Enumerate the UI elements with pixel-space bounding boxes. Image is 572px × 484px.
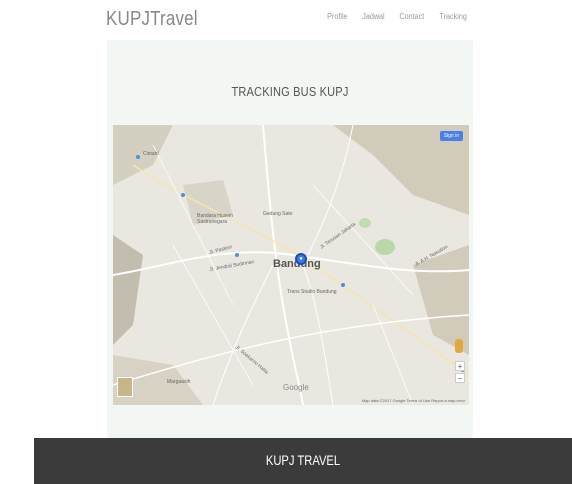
nav-jadwal[interactable]: Jadwal — [362, 12, 384, 21]
map-label-airport: Bandara Husein Sastranegara — [197, 213, 233, 225]
top-bar: KUPJTravel Profile Jadwal Contact Tracki… — [0, 0, 572, 40]
map-label-trans-studio: Trans Studio Bandung — [287, 289, 337, 295]
zoom-out-button[interactable]: − — [455, 373, 465, 383]
nav-tracking[interactable]: Tracking — [439, 12, 466, 21]
page-title: TRACKING BUS KUPJ — [231, 84, 349, 99]
satellite-toggle-button[interactable] — [117, 377, 133, 397]
map-label-gedung-sate: Gedung Sate — [263, 211, 293, 217]
zoom-in-button[interactable]: + — [455, 361, 465, 371]
brand-logo[interactable]: KUPJTravel — [106, 8, 198, 31]
footer-title: KUPJ TRAVEL — [265, 452, 341, 468]
map-sign-in-button[interactable]: Sign in — [439, 131, 463, 141]
main-nav: Profile Jadwal Contact Tracking — [326, 12, 468, 21]
map-label-margaasih: Margaasih — [167, 379, 191, 385]
map-attribution[interactable]: Map data ©2017 Google Terms of Use Repor… — [362, 398, 465, 403]
nav-profile[interactable]: Profile — [328, 12, 348, 21]
tracking-map[interactable]: Cimahi Gedung Sate Bandara Husein Sastra… — [113, 125, 469, 405]
map-label-cimahi: Cimahi — [143, 151, 159, 157]
bus-location-icon[interactable]: ● — [295, 253, 307, 265]
footer: KUPJ TRAVEL — [34, 438, 572, 484]
nav-contact[interactable]: Contact — [399, 12, 424, 21]
pegman-icon[interactable] — [455, 339, 463, 353]
google-logo: Google — [283, 383, 309, 392]
